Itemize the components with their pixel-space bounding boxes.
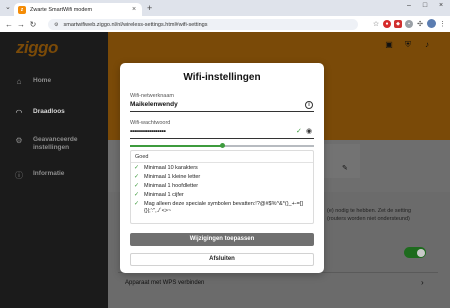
network-name-input[interactable]: Maikelenwendy bbox=[130, 101, 178, 108]
reload-icon[interactable]: ↻ bbox=[27, 20, 39, 29]
divider bbox=[131, 162, 313, 163]
new-tab-icon[interactable]: + bbox=[147, 3, 152, 13]
sidebar-item-draadloos[interactable]: ◠ Draadloos bbox=[14, 108, 65, 118]
sidebar-item-home[interactable]: ⌂ Home bbox=[14, 77, 51, 87]
dialog-title: Wifi-instellingen bbox=[183, 72, 261, 83]
apply-changes-button[interactable]: Wijzigingen toepassen bbox=[130, 233, 314, 246]
url-text: smartwifiweb.ziggo.nl/nl/wireless-settin… bbox=[63, 21, 208, 28]
sidebar-item-label: Informatie bbox=[33, 170, 65, 177]
devices-icon[interactable]: ▣ bbox=[384, 40, 394, 50]
network-name-underline bbox=[130, 111, 314, 112]
info-icon: ⓘ bbox=[15, 171, 23, 180]
sidebar-item-label: Home bbox=[33, 77, 52, 84]
extension-shield-icon[interactable]: ◆ bbox=[394, 19, 402, 28]
check-icon: ✓ bbox=[134, 201, 140, 207]
toggle-knob bbox=[416, 248, 425, 257]
sidebar-item-label: Geavanceerde instellingen bbox=[33, 136, 78, 151]
network-name-label: Wifi-netwerknaam bbox=[130, 93, 175, 99]
strength-marker bbox=[219, 143, 225, 148]
chevron-right-icon[interactable]: › bbox=[421, 278, 424, 287]
strength-status: Goed bbox=[135, 154, 149, 160]
sidebar-item-label: Draadloos bbox=[33, 108, 65, 115]
extension-gray-icon[interactable]: ▪ bbox=[405, 19, 413, 28]
ziggo-logo[interactable]: ziggo bbox=[16, 38, 58, 58]
show-password-eye-icon[interactable]: ◉ bbox=[306, 127, 312, 135]
password-requirements: Goed ✓ Minimaal 10 karakters ✓ Minimaal … bbox=[130, 150, 314, 224]
strength-fill bbox=[130, 145, 222, 147]
gear-icon: ⚙ bbox=[15, 136, 23, 145]
extensions-puzzle-icon[interactable]: ✣ bbox=[416, 20, 424, 28]
home-icon: ⌂ bbox=[16, 77, 22, 86]
wifi-toggle[interactable] bbox=[404, 247, 426, 258]
extension-red-icon[interactable]: ● bbox=[383, 19, 391, 28]
password-strength-bar bbox=[130, 143, 314, 148]
forward-icon[interactable]: → bbox=[15, 20, 27, 29]
browser-tab[interactable]: z Zwarte SmartWifi modem × bbox=[14, 3, 142, 16]
toolbar-right: ☆ ● ◆ ▪ ✣ ⋮ bbox=[372, 19, 446, 28]
bookmark-star-icon[interactable]: ☆ bbox=[372, 20, 380, 28]
ziggo-favicon-icon: z bbox=[18, 5, 26, 14]
tab-close-icon[interactable]: × bbox=[130, 6, 138, 13]
back-icon[interactable]: ← bbox=[3, 20, 15, 29]
password-underline bbox=[130, 138, 314, 139]
sidebar-item-informatie[interactable]: ⓘ Informatie bbox=[14, 170, 64, 180]
requirement-item: ✓ Minimaal 1 kleine letter bbox=[134, 174, 201, 180]
requirement-item: ✓ Minimaal 10 karakters bbox=[134, 165, 198, 171]
shield-icon[interactable]: ⛨ bbox=[403, 40, 413, 50]
info-icon[interactable]: i bbox=[305, 101, 313, 109]
tab-title: Zwarte SmartWifi modem bbox=[30, 6, 93, 13]
browser-toolbar: ← → ↻ ⚙ smartwifiweb.ziggo.nl/nl/wireles… bbox=[0, 16, 450, 32]
wps-connect-label[interactable]: Apparaat met WPS verbinden bbox=[125, 280, 204, 286]
check-icon: ✓ bbox=[134, 174, 140, 180]
site-info-icon[interactable]: ⚙ bbox=[54, 22, 58, 28]
close-button[interactable]: Afsluiten bbox=[130, 253, 314, 266]
minimize-icon[interactable]: – bbox=[402, 2, 416, 9]
wifi-icon: ◠ bbox=[15, 108, 23, 117]
sidebar-item-geavanceerde-instellingen[interactable]: ⚙ Geavanceerde instellingen bbox=[14, 136, 95, 152]
password-label: Wifi-wachtwoord bbox=[130, 120, 171, 126]
background-text-line: (routers worden niet ondersteund) bbox=[327, 216, 410, 222]
tab-search-icon[interactable]: ⌄ bbox=[5, 3, 11, 11]
sidebar: ziggo ⌂ Home ◠ Draadloos ⚙ Geavanceerde … bbox=[0, 32, 108, 308]
check-icon: ✓ bbox=[134, 192, 140, 198]
check-icon: ✓ bbox=[296, 128, 302, 135]
requirement-item: ✓ Mag alleen deze speciale symbolen beva… bbox=[134, 201, 303, 214]
browser-menu-icon[interactable]: ⋮ bbox=[439, 20, 446, 28]
address-bar[interactable]: ⚙ smartwifiweb.ziggo.nl/nl/wireless-sett… bbox=[48, 19, 358, 30]
wifi-settings-dialog: Wifi-instellingen Wifi-netwerknaam Maike… bbox=[120, 63, 324, 273]
close-window-icon[interactable]: × bbox=[434, 2, 448, 9]
password-input[interactable]: •••••••••••••••••• bbox=[130, 128, 166, 135]
background-text-line: (e) nodig te hebben. Zet de setting bbox=[327, 208, 412, 214]
browser-tab-bar: ⌄ z Zwarte SmartWifi modem × + – □ × bbox=[0, 0, 450, 16]
edit-pencil-icon[interactable]: ✎ bbox=[342, 164, 348, 172]
background-card bbox=[320, 144, 360, 178]
requirement-item: ✓ Minimaal 1 hoofdletter bbox=[134, 183, 199, 189]
profile-avatar[interactable] bbox=[427, 19, 436, 28]
requirement-item: ✓ Minimaal 1 cijfer bbox=[134, 192, 184, 198]
header-icons: ▣ ⛨ ♪ bbox=[384, 40, 432, 50]
check-icon: ✓ bbox=[134, 165, 140, 171]
maximize-icon[interactable]: □ bbox=[418, 2, 432, 9]
check-icon: ✓ bbox=[134, 183, 140, 189]
notification-bell-icon[interactable]: ♪ bbox=[422, 40, 432, 50]
